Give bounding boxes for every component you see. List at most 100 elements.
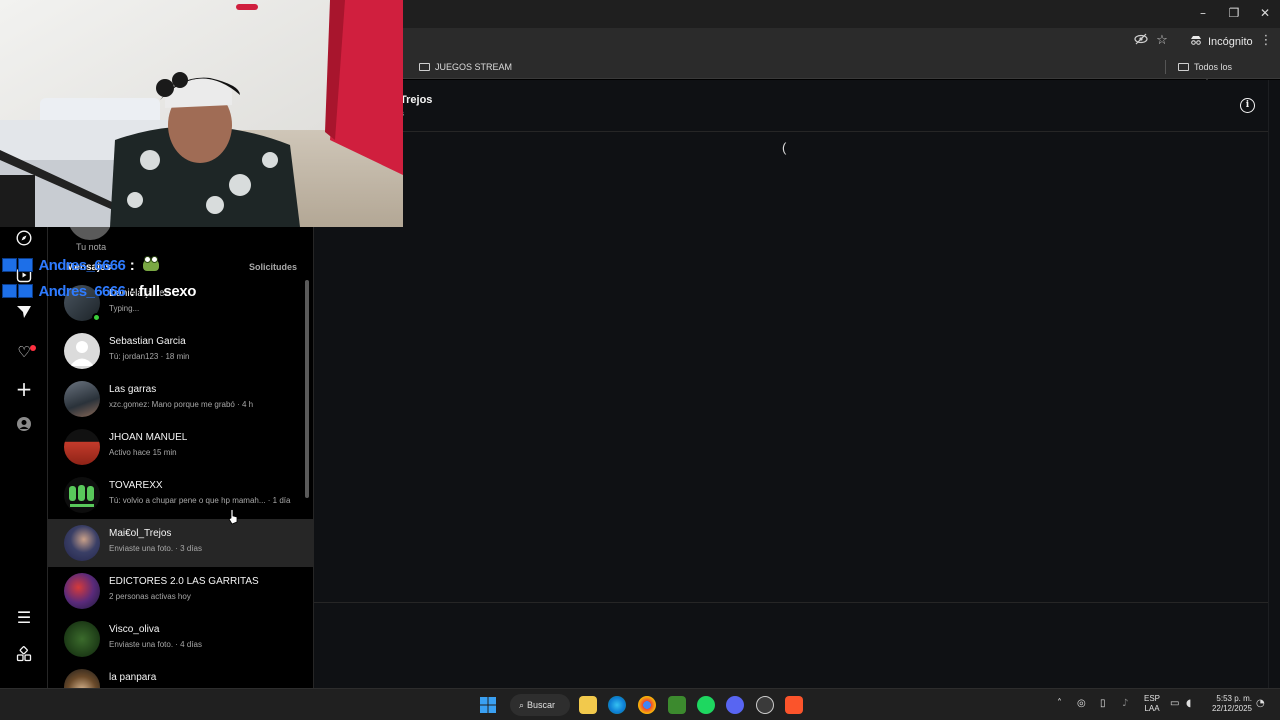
online-indicator	[92, 313, 101, 322]
folder-icon	[419, 63, 430, 71]
chat-separator: :	[129, 257, 135, 274]
mic-icon[interactable]: ♪	[1122, 698, 1128, 709]
discord-icon[interactable]	[726, 696, 744, 714]
lang-line: ESP	[1143, 694, 1160, 703]
clock-date: 22/12/2025	[1211, 704, 1252, 713]
chat-username: Andres_6666	[38, 283, 126, 300]
conversation-name: Sebastian Garcia	[109, 336, 186, 347]
conversation-row[interactable]: JHOAN MANUEL Activo hace 15 min	[48, 423, 313, 471]
badge-icon	[2, 284, 17, 298]
conversation-preview: xzc.gomez: Mano porque me grabó · 4 h	[109, 400, 254, 409]
avatar	[64, 429, 100, 465]
folder-icon	[1178, 63, 1189, 71]
webcam-image	[0, 0, 403, 227]
chrome-icon[interactable]	[638, 696, 656, 714]
conversation-name: TOVAREXX	[109, 480, 163, 491]
chat-line: Andres_6666 : full sexo	[2, 283, 196, 303]
minimize-icon[interactable]: –	[1192, 4, 1214, 22]
conversation-preview: Tú: volvio a chupar pene o que hp mamah.…	[109, 496, 291, 505]
conversation-row[interactable]: TOVAREXX Tú: volvio a chupar pene o que …	[48, 471, 313, 519]
search-label: Buscar	[527, 700, 556, 710]
conversation-name: Mai€ol_Trejos	[109, 528, 172, 539]
bookmark-folder-juegos[interactable]: JUEGOS STREAM	[419, 59, 512, 75]
conversation-name: JHOAN MANUEL	[109, 432, 188, 443]
badge-icon	[2, 258, 17, 272]
volume-icon[interactable]: ◖	[1186, 698, 1191, 709]
clock[interactable]: 5:53 p. m. 22/12/2025	[1208, 694, 1252, 714]
taskbar: ⌕ Buscar ˄ ◎ ▯ ♪ ESP LAA ▭ ◖ 5:53 p. m. 2…	[0, 688, 1280, 720]
screen: – ❐ ✕ ☆ Incógnito ⋮ JUEGOS STREAM Todos …	[0, 0, 1280, 720]
clock-time: 5:53 p. m.	[1216, 694, 1252, 703]
badge-icon	[18, 258, 33, 272]
conversation-row[interactable]: la panpara	[48, 663, 313, 688]
profile-icon[interactable]	[14, 416, 34, 436]
incognito-indicator[interactable]: Incógnito	[1190, 33, 1253, 51]
conversation-row[interactable]: EDICTORES 2.0 LAS GARRITAS 2 personas ac…	[48, 567, 313, 615]
thread-header: Trejos s i	[314, 80, 1280, 132]
webcam-overlay	[0, 0, 403, 227]
notification-dot	[30, 345, 36, 351]
bookmark-all[interactable]: Todos los marcadores	[1178, 59, 1280, 88]
frog-emote-icon	[142, 256, 159, 271]
taskbar-search[interactable]: ⌕ Buscar	[510, 694, 570, 716]
lang-line: LAA	[1144, 704, 1160, 713]
conversation-preview: Enviaste una foto. · 3 días	[109, 544, 202, 553]
conversation-row[interactable]: Visco_oliva Enviaste una foto. · 4 días	[48, 615, 313, 663]
spotify-icon[interactable]	[697, 696, 715, 714]
conversation-preview: Tú: jordan123 · 18 min	[109, 352, 190, 361]
avatar	[64, 525, 100, 561]
edge-icon[interactable]	[608, 696, 626, 714]
more-apps-icon[interactable]	[14, 646, 34, 666]
info-icon[interactable]: i	[1240, 98, 1255, 113]
file-explorer-icon[interactable]	[579, 696, 597, 714]
language-indicator[interactable]: ESP LAA	[1143, 694, 1161, 714]
conversation-name: Las garras	[109, 384, 157, 395]
bookmark-star-icon[interactable]: ☆	[1153, 32, 1171, 50]
conversation-name: la panpara	[109, 672, 157, 683]
kebab-menu-icon[interactable]: ⋮	[1257, 32, 1275, 50]
loading-indicator: (	[782, 140, 787, 155]
create-icon[interactable]: +	[14, 379, 34, 399]
minecraft-icon[interactable]	[668, 696, 686, 714]
conversation-row[interactable]: Las garras xzc.gomez: Mano porque me gra…	[48, 375, 313, 423]
eye-off-icon[interactable]	[1132, 32, 1150, 50]
notifications-bell-icon[interactable]: ◔	[1256, 698, 1265, 709]
requests-link[interactable]: Solicitudes	[249, 262, 297, 272]
incognito-icon	[1190, 33, 1204, 51]
explore-icon[interactable]	[14, 230, 34, 250]
search-icon: ⌕	[519, 701, 525, 711]
windows-start-icon[interactable]	[479, 696, 497, 714]
conversation-preview: Activo hace 15 min	[109, 448, 177, 457]
tray-app-icon[interactable]: ◎	[1077, 698, 1086, 709]
bookmarks-divider	[1165, 60, 1166, 74]
conversation-name: Visco_oliva	[109, 624, 160, 635]
thread-panel: Trejos s i (	[314, 80, 1280, 688]
avatar	[64, 669, 100, 688]
avatar	[64, 621, 100, 657]
incognito-label: Incógnito	[1208, 36, 1253, 48]
conversation-row[interactable]: Sebastian Garcia Tú: jordan123 · 18 min	[48, 327, 313, 375]
network-icon[interactable]: ▭	[1170, 698, 1179, 709]
messages-icon[interactable]	[14, 304, 34, 324]
page-scrollbar[interactable]	[1268, 80, 1280, 688]
close-icon[interactable]: ✕	[1254, 4, 1276, 22]
brave-icon[interactable]	[785, 696, 803, 714]
bookmark-label: JUEGOS STREAM	[435, 62, 513, 72]
chat-separator: :	[129, 283, 135, 300]
conversation-preview: Typing...	[109, 304, 140, 313]
obs-icon[interactable]	[756, 696, 774, 714]
conversation-preview: Enviaste una foto. · 4 días	[109, 640, 202, 649]
badge-icon	[18, 284, 33, 298]
tray-chevron-icon[interactable]: ˄	[1057, 698, 1062, 709]
conversation-preview: 2 personas activas hoy	[109, 592, 191, 601]
conversation-row-selected[interactable]: Mai€ol_Trejos Enviaste una foto. · 3 día…	[48, 519, 313, 567]
thread-composer-divider	[314, 602, 1280, 603]
restore-icon[interactable]: ❐	[1223, 4, 1245, 22]
usb-icon[interactable]: ▯	[1100, 698, 1106, 709]
avatar	[64, 333, 100, 369]
chat-message: full sexo	[138, 283, 197, 300]
thread-title[interactable]: Trejos	[400, 94, 432, 106]
menu-icon[interactable]: ☰	[14, 608, 34, 628]
note-label: Tu nota	[76, 242, 107, 252]
conversation-name: EDICTORES 2.0 LAS GARRITAS	[109, 576, 259, 587]
